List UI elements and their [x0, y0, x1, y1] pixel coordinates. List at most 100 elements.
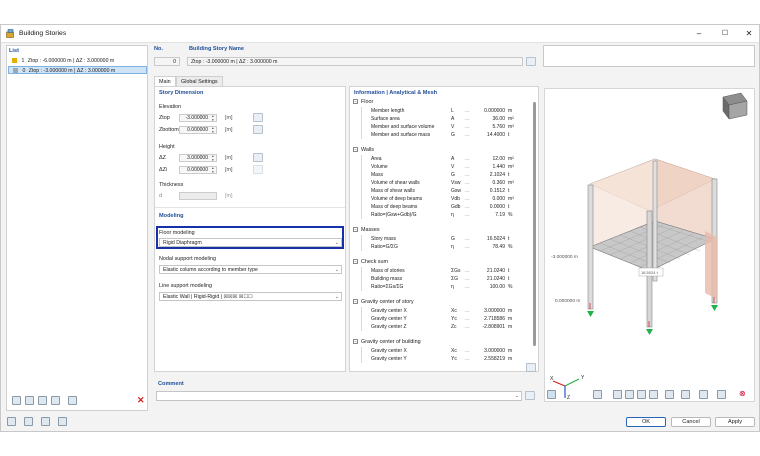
collapse-icon[interactable]: −: [353, 259, 358, 265]
info-row: Mass of deep beams Gdb 0.0000 t...: [353, 203, 538, 211]
spin-arrows-icon[interactable]: ▴ ▾: [212, 114, 217, 122]
render-mode-icon[interactable]: [665, 390, 674, 399]
info-row: Gravity center Y Yc 2.718586 m...: [353, 315, 538, 323]
info-row-separator: ...: [465, 132, 470, 138]
info-row-unit: m²: [508, 156, 514, 162]
tree-guide-line: [361, 179, 362, 187]
ztop-label: Ztop: [159, 115, 170, 121]
view-y-icon[interactable]: [625, 390, 634, 399]
tab-main[interactable]: Main: [154, 76, 176, 86]
export-icon[interactable]: [68, 396, 77, 405]
view-iso-icon[interactable]: [649, 390, 658, 399]
collapse-icon[interactable]: −: [353, 227, 358, 233]
units-icon[interactable]: [24, 417, 33, 426]
info-row-unit: t: [508, 188, 510, 194]
pick-height-i-icon[interactable]: [253, 165, 263, 174]
view-z-icon[interactable]: [637, 390, 646, 399]
info-group-header[interactable]: − Floor: [353, 99, 373, 105]
info-row-symbol: V: [451, 164, 455, 170]
info-group-header[interactable]: − Gravity center of story: [353, 299, 414, 305]
collapse-icon[interactable]: −: [353, 147, 358, 153]
pick-elevation-icon[interactable]: [253, 113, 263, 122]
apply-button[interactable]: Apply: [715, 417, 755, 427]
info-group-header[interactable]: − Gravity center of building: [353, 339, 421, 345]
main-settings-panel: Story Dimension Elevation Ztop -3.000000…: [154, 86, 346, 372]
info-group-header[interactable]: − Walls: [353, 147, 374, 153]
pick-bottom-icon[interactable]: [253, 125, 263, 134]
info-tree: − Floor Member length L 0.000000 m... Surface …: [353, 99, 533, 367]
settings-icon[interactable]: [41, 417, 50, 426]
copy-story-icon[interactable]: [25, 396, 34, 405]
comment-input[interactable]: ⌄: [156, 391, 522, 401]
info-export-icon[interactable]: [526, 363, 536, 372]
sort-stories-icon[interactable]: [51, 396, 60, 405]
ok-button[interactable]: OK: [626, 417, 666, 427]
tree-guide-line: [361, 107, 362, 115]
tree-guide-line: [361, 131, 362, 139]
tab-global-settings[interactable]: Global Settings: [176, 76, 223, 86]
collapse-icon[interactable]: −: [353, 299, 358, 305]
nodal-support-select[interactable]: Elastic column according to member type …: [159, 265, 342, 274]
unit-label: [m]: [225, 127, 233, 133]
new-story-icon[interactable]: [12, 396, 21, 405]
info-row-label: Ratio=(Gsw+Gdb)/G: [371, 212, 417, 218]
info-group-header[interactable]: − Check sum: [353, 259, 388, 265]
info-group-name: Gravity center of story: [361, 299, 414, 305]
viewport-toolbar: ⊗: [547, 389, 753, 401]
info-row-symbol: ΣG: [451, 276, 458, 282]
info-row-separator: ...: [465, 316, 470, 322]
floor-modeling-value: Rigid Diaphragm: [163, 240, 202, 246]
list-item[interactable]: 1 Ztop : -6.000000 m | ΔZ : 3.000000 m: [8, 57, 147, 65]
delete-icon[interactable]: ✕: [137, 395, 145, 406]
spin-arrows-icon[interactable]: ▴ ▾: [212, 126, 217, 134]
collapse-icon[interactable]: −: [353, 99, 358, 105]
info-row-unit: %: [508, 212, 513, 218]
info-row-value: -2.808901: [482, 324, 505, 330]
info-row: Member and surface volume V 5.760 m³...: [353, 123, 538, 131]
print-icon[interactable]: [717, 390, 726, 399]
search-icon[interactable]: [7, 417, 16, 426]
minimize-icon[interactable]: –: [693, 28, 705, 39]
view-x-icon[interactable]: [613, 390, 622, 399]
info-row-separator: ...: [465, 204, 470, 210]
info-row-label: Mass of deep beams: [371, 204, 418, 210]
d-label: d: [159, 193, 162, 199]
info-group-header[interactable]: − Masses: [353, 227, 380, 233]
info-row-separator: ...: [465, 356, 470, 362]
reset-view-icon[interactable]: ⊗: [739, 389, 746, 398]
edit-name-icon[interactable]: [526, 57, 536, 66]
view-mode-icon[interactable]: [593, 390, 602, 399]
cancel-button[interactable]: Cancel: [671, 417, 711, 427]
model-preview-viewport[interactable]: -3.000000 m 0.000000 m 16.5024 t Y X Z: [544, 88, 755, 402]
close-icon[interactable]: ✕: [743, 28, 755, 39]
info-row-separator: ...: [465, 276, 470, 282]
story-dimension-title: Story Dimension: [159, 90, 204, 96]
info-row-unit: m: [508, 324, 513, 330]
info-row-value: 5.760: [492, 124, 505, 130]
line-support-select[interactable]: Elastic Wall | Rigid-Rigid | ☒☒☒ ☒☐☐ ⌄: [159, 292, 342, 301]
info-row-separator: ...: [465, 268, 470, 274]
display-options-icon[interactable]: [681, 390, 690, 399]
view-select-icon[interactable]: [547, 390, 556, 399]
list-item-selected[interactable]: 0 Ztop : -3.000000 m | ΔZ : 3.000000 m: [8, 66, 147, 74]
info-group-name: Walls: [361, 147, 374, 153]
info-row-symbol: Xc: [451, 308, 457, 314]
info-row-value: 3.000000: [484, 308, 505, 314]
thickness-label: Thickness: [159, 182, 184, 188]
function-icon[interactable]: [58, 417, 67, 426]
maximize-icon[interactable]: ☐: [719, 28, 731, 39]
comment-options-icon[interactable]: [525, 391, 535, 400]
info-row: Ratio=G/ΣG η 78.49%...: [353, 243, 538, 251]
info-row-separator: ...: [465, 164, 470, 170]
floor-modeling-select[interactable]: Rigid Diaphragm ⌄: [159, 238, 342, 247]
info-group-name: Check sum: [361, 259, 388, 265]
insert-story-icon[interactable]: [38, 396, 47, 405]
pick-height-icon[interactable]: [253, 153, 263, 162]
spin-arrows-icon[interactable]: ▴ ▾: [212, 154, 217, 162]
info-scrollbar[interactable]: [533, 102, 536, 346]
info-row-symbol: L: [451, 108, 454, 114]
visibility-icon[interactable]: [699, 390, 708, 399]
info-row-label: Volume: [371, 164, 388, 170]
spin-arrows-icon[interactable]: ▴ ▾: [212, 166, 217, 174]
collapse-icon[interactable]: −: [353, 339, 358, 345]
